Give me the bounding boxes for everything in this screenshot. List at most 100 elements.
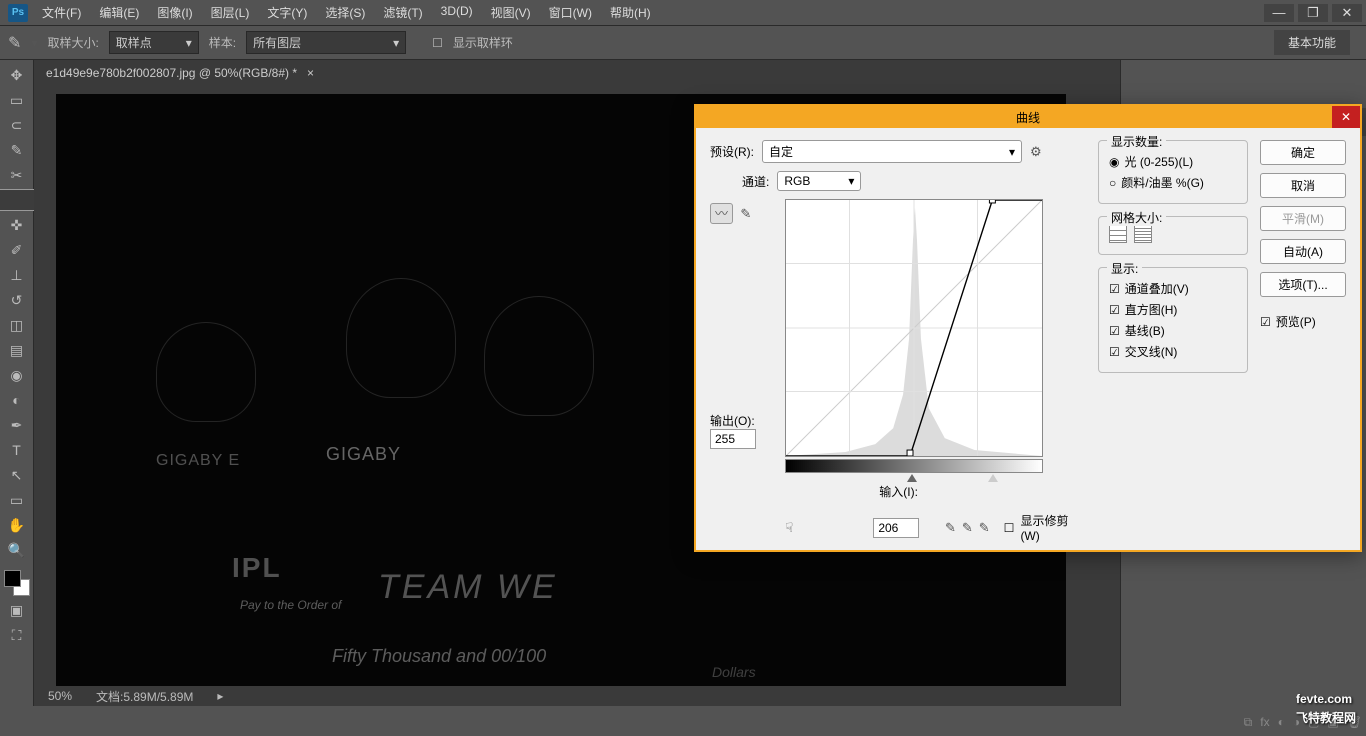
- maximize-button[interactable]: ❐: [1298, 4, 1328, 22]
- pen-tool[interactable]: ✒: [4, 414, 30, 436]
- document-tab[interactable]: e1d49e9e780b2f002807.jpg @ 50%(RGB/8#) *…: [46, 66, 314, 80]
- quick-select-tool[interactable]: ✎: [4, 139, 30, 161]
- ps-logo-icon: Ps: [8, 4, 28, 22]
- menu-select[interactable]: 选择(S): [325, 4, 365, 21]
- channel-label: 通道:: [742, 173, 769, 190]
- close-button[interactable]: ✕: [1332, 4, 1362, 22]
- menu-edit[interactable]: 编辑(E): [99, 4, 139, 21]
- path-tool[interactable]: ↖: [4, 464, 30, 486]
- menu-filter[interactable]: 滤镜(T): [383, 4, 422, 21]
- grid-small-button[interactable]: [1109, 225, 1127, 243]
- zoom-level[interactable]: 50%: [48, 689, 72, 703]
- menu-file[interactable]: 文件(F): [42, 4, 81, 21]
- grid-large-button[interactable]: [1134, 225, 1152, 243]
- zoom-tool[interactable]: 🔍: [4, 539, 30, 561]
- canvas-text: Fifty Thousand and 00/100: [332, 646, 546, 667]
- white-eyedrop-icon[interactable]: ✎: [979, 520, 990, 536]
- show-clipping-checkbox[interactable]: 显示修剪(W): [1020, 512, 1086, 543]
- radio-pigment[interactable]: ○: [1109, 176, 1116, 190]
- curve-graph[interactable]: [785, 199, 1043, 457]
- preset-select[interactable]: 自定▾: [762, 140, 1022, 163]
- menu-image[interactable]: 图像(I): [157, 4, 192, 21]
- cb-overlay[interactable]: ☑: [1109, 282, 1120, 296]
- quickmask-tool[interactable]: ▣: [4, 599, 30, 621]
- show-label: 显示:: [1107, 260, 1142, 277]
- status-bar: 50% 文档:5.89M/5.89M ▸: [34, 686, 1120, 706]
- gradient-tool[interactable]: ▤: [4, 339, 30, 361]
- canvas-text: IPL: [232, 552, 282, 584]
- sample-select[interactable]: 所有图层▾: [246, 31, 406, 54]
- history-brush-tool[interactable]: ↺: [4, 289, 30, 311]
- menu-type[interactable]: 文字(Y): [267, 4, 307, 21]
- display-qty-label: 显示数量:: [1107, 133, 1166, 150]
- close-tab-icon[interactable]: ×: [307, 66, 314, 80]
- menu-3d[interactable]: 3D(D): [441, 4, 473, 21]
- cancel-button[interactable]: 取消: [1260, 173, 1346, 198]
- canvas-text: Pay to the Order of: [240, 598, 341, 612]
- options-bar: ✎ ▾ 取样大小: 取样点▾ 样本: 所有图层▾ ☐ 显示取样环 基本功能: [0, 26, 1366, 60]
- input-gradient[interactable]: [785, 459, 1043, 473]
- minimize-button[interactable]: —: [1264, 4, 1294, 22]
- canvas-text: TEAM WE: [378, 568, 558, 607]
- marquee-tool[interactable]: ▭: [4, 89, 30, 111]
- auto-button[interactable]: 自动(A): [1260, 239, 1346, 264]
- black-eyedrop-icon[interactable]: ✎: [945, 520, 956, 536]
- curve-mode-icon[interactable]: 〰: [710, 203, 733, 224]
- sample-size-label: 取样大小:: [47, 34, 98, 51]
- hand-icon[interactable]: ☟: [785, 520, 793, 536]
- menu-layer[interactable]: 图层(L): [211, 4, 250, 21]
- input-input[interactable]: [873, 518, 919, 538]
- healing-tool[interactable]: ✜: [4, 214, 30, 236]
- options-button[interactable]: 选项(T)...: [1260, 272, 1346, 297]
- output-label: 输出(O):: [710, 414, 755, 428]
- black-slider[interactable]: [907, 474, 917, 482]
- foreground-color[interactable]: [4, 570, 21, 587]
- radio-light[interactable]: ◉: [1109, 155, 1119, 169]
- menu-bar: Ps 文件(F) 编辑(E) 图像(I) 图层(L) 文字(Y) 选择(S) 滤…: [0, 0, 1366, 26]
- curves-dialog: 曲线 ✕ 预设(R): 自定▾ ⚙ 通道: RGB▾ 〰 ✎ 输出(O):: [694, 104, 1362, 552]
- window-controls: — ❐ ✕: [1264, 4, 1366, 22]
- hand-tool[interactable]: ✋: [4, 514, 30, 536]
- sample-label: 样本:: [209, 34, 236, 51]
- fx-icon[interactable]: fx: [1260, 715, 1269, 730]
- type-tool[interactable]: T: [4, 439, 30, 461]
- lasso-tool[interactable]: ⊂: [4, 114, 30, 136]
- cb-intersect[interactable]: ☑: [1109, 345, 1120, 359]
- blur-tool[interactable]: ◉: [4, 364, 30, 386]
- stamp-tool[interactable]: ⊥: [4, 264, 30, 286]
- dialog-titlebar[interactable]: 曲线 ✕: [696, 106, 1360, 128]
- preset-label: 预设(R):: [710, 143, 754, 160]
- color-swatch[interactable]: [4, 570, 30, 596]
- preview-checkbox[interactable]: ☑: [1260, 315, 1271, 329]
- crop-tool[interactable]: ✂: [4, 164, 30, 186]
- doc-size: 文档:5.89M/5.89M: [96, 688, 193, 705]
- output-input[interactable]: [710, 429, 756, 449]
- document-tabs: e1d49e9e780b2f002807.jpg @ 50%(RGB/8#) *…: [34, 60, 1120, 86]
- dodge-tool[interactable]: ◐: [4, 389, 30, 411]
- dialog-close-button[interactable]: ✕: [1332, 106, 1360, 128]
- gray-eyedrop-icon[interactable]: ✎: [962, 520, 973, 536]
- cb-histogram[interactable]: ☑: [1109, 303, 1120, 317]
- link-icon[interactable]: ⧉: [1244, 715, 1253, 730]
- show-ring-checkbox[interactable]: 显示取样环: [453, 34, 513, 51]
- pencil-mode-icon[interactable]: ✎: [740, 206, 751, 221]
- brush-tool[interactable]: ✐: [4, 239, 30, 261]
- canvas-text: GIGABY: [326, 444, 401, 465]
- mask-icon[interactable]: ◐: [1278, 715, 1285, 730]
- menu-window[interactable]: 窗口(W): [549, 4, 592, 21]
- preset-menu-icon[interactable]: ⚙: [1030, 144, 1042, 160]
- ok-button[interactable]: 确定: [1260, 140, 1346, 165]
- menu-help[interactable]: 帮助(H): [610, 4, 651, 21]
- workspace-switcher[interactable]: 基本功能: [1274, 30, 1350, 55]
- white-slider[interactable]: [988, 474, 998, 482]
- sample-size-select[interactable]: 取样点▾: [109, 31, 199, 54]
- canvas-text: Dollars: [712, 664, 756, 680]
- channel-select[interactable]: RGB▾: [777, 171, 861, 191]
- screenmode-tool[interactable]: ⛶: [4, 624, 30, 646]
- dialog-title: 曲线: [1016, 109, 1040, 126]
- move-tool[interactable]: ✥: [4, 64, 30, 86]
- shape-tool[interactable]: ▭: [4, 489, 30, 511]
- eraser-tool[interactable]: ◫: [4, 314, 30, 336]
- cb-baseline[interactable]: ☑: [1109, 324, 1120, 338]
- menu-view[interactable]: 视图(V): [491, 4, 531, 21]
